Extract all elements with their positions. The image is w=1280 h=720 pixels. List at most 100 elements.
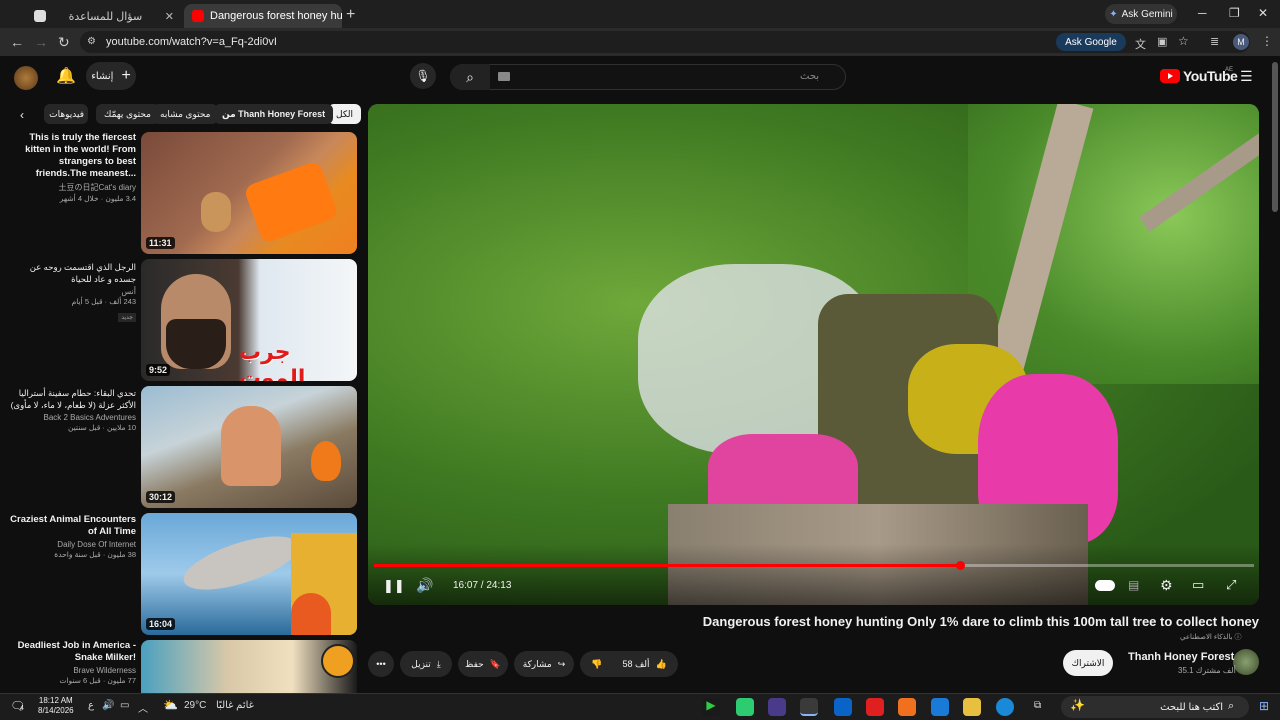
- site-info-icon[interactable]: ⚙: [87, 36, 96, 47]
- channel-name[interactable]: Back 2 Basics Adventures: [6, 413, 137, 422]
- channel-name[interactable]: Daily Dose Of Internet: [6, 540, 136, 549]
- volume-tray-icon[interactable]: 🔊: [102, 700, 114, 711]
- new-tab-button[interactable]: +: [346, 6, 355, 24]
- share-button[interactable]: مشاركة ↪: [514, 651, 574, 677]
- download-button[interactable]: تنزيل ⤓: [400, 651, 452, 677]
- reload-icon[interactable]: ↻: [58, 34, 70, 51]
- back-icon[interactable]: ←: [10, 34, 24, 50]
- video-title[interactable]: تحدي البقاء: حطام سفينة أستراليا الأكثر …: [6, 387, 136, 411]
- start-windows-icon[interactable]: ⊞: [1259, 699, 1269, 713]
- subscribe-button[interactable]: الاشتراك: [1063, 650, 1113, 676]
- chip-videos[interactable]: فيديوهات: [44, 104, 88, 124]
- close-tab-icon[interactable]: ✕: [165, 10, 174, 23]
- voice-search-mic-icon[interactable]: 🎙: [410, 63, 436, 89]
- close-window-icon[interactable]: ✕: [1258, 6, 1268, 20]
- play-store-icon[interactable]: ▶: [702, 698, 720, 716]
- create-button[interactable]: إنشاء +: [86, 62, 136, 90]
- video-title[interactable]: This is truly the fiercest kitten in the…: [6, 132, 136, 180]
- video-meta[interactable]: Craziest Animal Encounters of All Time D…: [6, 514, 136, 559]
- ask-gemini-button[interactable]: ✦ Ask Gemini: [1105, 4, 1177, 24]
- video-title[interactable]: Deadliest Job in America - Snake Milker!: [6, 640, 136, 664]
- mail-icon[interactable]: [931, 698, 949, 716]
- info-icon[interactable]: ⓘ: [1234, 634, 1241, 641]
- settings-gear-icon[interactable]: ⚙: [1160, 577, 1173, 594]
- hamburger-menu-icon[interactable]: ☰: [1240, 68, 1253, 85]
- forward-icon[interactable]: →: [34, 34, 48, 50]
- seek-handle[interactable]: [956, 561, 966, 570]
- app-icon[interactable]: [736, 698, 754, 716]
- chrome-icon[interactable]: [800, 698, 818, 716]
- tab-title: Dangerous forest honey hu: [210, 10, 342, 22]
- video-thumbnail[interactable]: جرب الموت 9:52: [141, 259, 357, 381]
- account-avatar[interactable]: [14, 66, 38, 90]
- video-player[interactable]: [368, 104, 1259, 605]
- seek-bar-progress: [374, 564, 961, 567]
- taskbar-search-input[interactable]: اكتب هنا للبحث: [1061, 696, 1249, 718]
- glove-shape: [243, 160, 339, 244]
- bookmark-star-icon[interactable]: ☆: [1178, 34, 1189, 48]
- search-icon[interactable]: ⌕: [1228, 700, 1234, 713]
- page-scrollbar[interactable]: [1272, 62, 1278, 212]
- browser-tab-youtube[interactable]: Dangerous forest honey hu 🔊 ✕: [184, 4, 342, 28]
- minimize-icon[interactable]: ─: [1198, 6, 1207, 20]
- channel-name[interactable]: أنس: [6, 287, 136, 296]
- wps-icon[interactable]: [866, 698, 884, 716]
- fullscreen-icon[interactable]: ⤢: [1226, 577, 1236, 593]
- pause-icon[interactable]: ❚❚: [383, 578, 405, 594]
- file-explorer-icon[interactable]: [963, 698, 981, 716]
- volume-icon[interactable]: 🔊: [416, 577, 433, 594]
- chip-from-channel[interactable]: من Thanh Honey Forest: [214, 104, 334, 124]
- channel-name[interactable]: 土豆の日記Cat's diary: [6, 182, 136, 193]
- weather-temp[interactable]: 29°C: [184, 700, 206, 711]
- browser-menu-icon[interactable]: ⋮: [1261, 34, 1273, 48]
- tray-chevron-icon[interactable]: ︿: [138, 700, 148, 715]
- edge-icon[interactable]: [996, 698, 1014, 716]
- cast-icon[interactable]: ▣: [1157, 35, 1167, 48]
- miniplayer-icon[interactable]: ▭: [1192, 577, 1204, 593]
- video-meta[interactable]: الرجل الذي اقتسمت روحه عن جسده و عاد للح…: [6, 261, 136, 324]
- reading-list-icon[interactable]: ≣: [1210, 35, 1219, 48]
- task-view-icon[interactable]: ⧉: [1034, 700, 1041, 711]
- kitten-shape: [201, 192, 231, 232]
- ask-google-button[interactable]: Ask Google: [1056, 33, 1126, 51]
- weather-text[interactable]: غائم غالبًا: [216, 700, 254, 711]
- network-icon[interactable]: ▭: [120, 700, 129, 711]
- channel-avatar[interactable]: [1233, 649, 1259, 675]
- video-title[interactable]: Craziest Animal Encounters of All Time: [6, 514, 136, 538]
- url-text[interactable]: youtube.com/watch?v=a_Fq-2di0vI: [106, 36, 277, 48]
- language-indicator[interactable]: ع: [88, 700, 94, 711]
- video-thumbnail[interactable]: [141, 640, 357, 693]
- profile-avatar[interactable]: M: [1233, 34, 1249, 50]
- clock[interactable]: 18:12 AM 8/14/2026: [38, 696, 74, 716]
- channel-name[interactable]: Brave Wilderness: [6, 666, 136, 675]
- channel-name[interactable]: Thanh Honey Forest: [1128, 651, 1234, 663]
- video-title[interactable]: الرجل الذي اقتسمت روحه عن جسده و عاد للح…: [6, 261, 136, 285]
- video-thumbnail[interactable]: 11:31: [141, 132, 357, 254]
- video-thumbnail[interactable]: 30:12: [141, 386, 357, 508]
- app-icon[interactable]: [768, 698, 786, 716]
- like-icon[interactable]: 👍: [656, 659, 667, 670]
- browser-tab-help[interactable]: سؤال للمساعدة ✕: [26, 4, 182, 28]
- translate-icon[interactable]: ⽂: [1135, 36, 1146, 52]
- app-icon[interactable]: [898, 698, 916, 716]
- restore-icon[interactable]: ❐: [1229, 6, 1240, 20]
- save-button[interactable]: حفظ 🔖: [458, 651, 508, 677]
- video-meta[interactable]: تحدي البقاء: حطام سفينة أستراليا الأكثر …: [6, 387, 136, 432]
- search-button[interactable]: ⌕: [450, 64, 490, 90]
- video-thumbnail[interactable]: 16:04: [141, 513, 357, 635]
- beard-shape: [166, 319, 226, 369]
- like-count[interactable]: 58 ألف: [622, 659, 649, 670]
- video-meta[interactable]: Deadliest Job in America - Snake Milker!…: [6, 640, 136, 685]
- chip-related[interactable]: محتوى مشابه: [152, 104, 219, 124]
- chevron-left-icon[interactable]: ‹: [20, 108, 24, 122]
- more-actions-button[interactable]: •••: [368, 651, 394, 677]
- chip-for-you[interactable]: محتوى يهمّك: [96, 104, 159, 124]
- keyboard-icon[interactable]: [498, 72, 510, 81]
- autoplay-toggle[interactable]: [1095, 580, 1115, 591]
- weather-icon[interactable]: ⛅: [163, 698, 178, 712]
- dislike-icon[interactable]: 👎: [591, 659, 602, 670]
- video-meta[interactable]: This is truly the fiercest kitten in the…: [6, 132, 136, 203]
- subtitles-icon[interactable]: ▤: [1128, 578, 1139, 592]
- notifications-bell-icon[interactable]: 🔔: [56, 66, 76, 86]
- store-icon[interactable]: [834, 698, 852, 716]
